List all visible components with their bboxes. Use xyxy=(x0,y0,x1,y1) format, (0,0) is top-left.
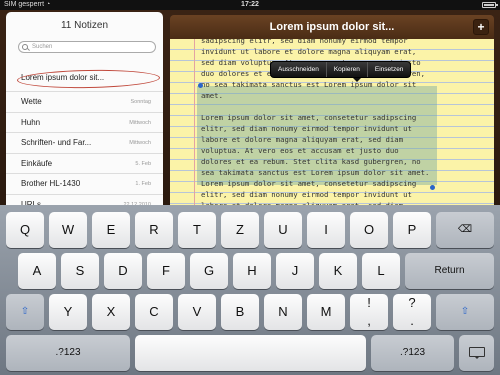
list-item[interactable]: Lorem ipsum dolor sit... xyxy=(6,68,163,92)
search-input[interactable]: Suchen xyxy=(18,41,156,53)
note-date: 22.12.2010 xyxy=(123,201,151,206)
shift-key-right[interactable]: ⇧ xyxy=(436,294,494,330)
edit-menu: Ausschneiden Kopieren Einsetzen xyxy=(270,61,412,82)
key-h[interactable]: H xyxy=(233,253,271,289)
list-item[interactable]: Einkäufe 5. Feb xyxy=(6,154,163,174)
note-title: Wette xyxy=(21,97,42,106)
shift-key-left[interactable]: ⇧ xyxy=(6,294,44,330)
key-k[interactable]: K xyxy=(319,253,357,289)
key-u[interactable]: U xyxy=(264,212,302,248)
note-title: URLs xyxy=(21,199,42,206)
key-c[interactable]: C xyxy=(135,294,173,330)
key-exclaim-label: ! xyxy=(367,295,371,310)
battery-icon xyxy=(482,2,498,8)
key-n[interactable]: N xyxy=(264,294,302,330)
note-heading: Lorem ipsum dolor sit... xyxy=(269,21,395,33)
list-item[interactable]: Huhn Mittwoch xyxy=(6,113,163,133)
cut-button[interactable]: Ausschneiden xyxy=(271,62,326,77)
key-b[interactable]: B xyxy=(221,294,259,330)
key-x[interactable]: X xyxy=(92,294,130,330)
search-placeholder: Suchen xyxy=(32,44,53,50)
copy-button[interactable]: Kopieren xyxy=(325,62,367,77)
note-date: 5. Feb xyxy=(135,160,151,167)
note-date: Mittwoch xyxy=(129,140,151,146)
add-note-button[interactable]: + xyxy=(473,19,489,35)
list-item[interactable]: Wette Sonntag xyxy=(6,92,163,113)
key-comma-label: , xyxy=(367,313,371,328)
key-r[interactable]: R xyxy=(135,212,173,248)
clock: 17:22 xyxy=(241,1,259,8)
key-y[interactable]: Y xyxy=(49,294,87,330)
paste-button[interactable]: Einsetzen xyxy=(366,62,411,77)
note-title: Brother HL-1430 xyxy=(21,179,81,188)
status-bar: SIM gesperrt ◔ 17:22 xyxy=(0,0,500,10)
numbers-key-left[interactable]: .?123 xyxy=(6,335,130,371)
key-f[interactable]: F xyxy=(147,253,185,289)
list-item[interactable]: Brother HL-1430 1. Feb xyxy=(6,174,163,195)
margin-line xyxy=(194,39,195,205)
numbers-key-right[interactable]: .?123 xyxy=(371,335,454,371)
note-title-bar: Lorem ipsum dolor sit... + xyxy=(170,15,494,39)
key-g[interactable]: G xyxy=(190,253,228,289)
hide-keyboard-key[interactable] xyxy=(459,335,494,371)
keyboard-icon xyxy=(468,347,485,360)
note-title: Einkäufe xyxy=(21,158,53,168)
key-m[interactable]: M xyxy=(307,294,345,330)
onscreen-keyboard: Q W E R T Z U I O P ⌫ A S D F G H J K L … xyxy=(0,205,500,375)
key-l[interactable]: L xyxy=(362,253,400,289)
selection-start-handle[interactable] xyxy=(198,83,203,88)
shift-icon: ⇧ xyxy=(460,306,470,317)
note-date: 1. Feb xyxy=(135,181,151,187)
note-title: Huhn xyxy=(21,117,41,127)
key-z[interactable]: Z xyxy=(221,212,259,248)
key-question-period[interactable]: ? . xyxy=(393,294,431,330)
key-period-label: . xyxy=(410,313,414,328)
key-v[interactable]: V xyxy=(178,294,216,330)
backspace-icon: ⌫ xyxy=(457,224,473,235)
note-list-panel: 11 Notizen Suchen Lorem ipsum dolor sit.… xyxy=(6,12,163,205)
key-p[interactable]: P xyxy=(393,212,431,248)
key-t[interactable]: T xyxy=(178,212,216,248)
backspace-key[interactable]: ⌫ xyxy=(436,212,494,248)
space-key[interactable] xyxy=(135,335,366,371)
note-date: Mittwoch xyxy=(129,119,151,126)
search-icon xyxy=(22,44,28,50)
return-key[interactable]: Return xyxy=(405,253,494,289)
list-item[interactable]: URLs 22.12.2010 xyxy=(6,195,163,206)
selection-end-handle[interactable] xyxy=(430,185,435,190)
note-date: Sonntag xyxy=(130,99,152,105)
key-s[interactable]: S xyxy=(61,253,99,289)
key-j[interactable]: J xyxy=(276,253,314,289)
key-exclaim-comma[interactable]: ! , xyxy=(350,294,388,330)
key-e[interactable]: E xyxy=(92,212,130,248)
list-item[interactable]: Schriften- und Far... Mittwoch xyxy=(6,133,163,154)
key-d[interactable]: D xyxy=(104,253,142,289)
note-title: Schriften- und Far... xyxy=(21,138,92,147)
key-i[interactable]: I xyxy=(307,212,345,248)
key-o[interactable]: O xyxy=(350,212,388,248)
key-w[interactable]: W xyxy=(49,212,87,248)
note-count-title: 11 Notizen xyxy=(60,20,109,31)
shift-icon: ⇧ xyxy=(20,306,30,317)
key-question-label: ? xyxy=(408,295,416,310)
key-q[interactable]: Q xyxy=(6,212,44,248)
note-list: Lorem ipsum dolor sit... Wette Sonntag H… xyxy=(6,68,163,205)
key-a[interactable]: A xyxy=(18,253,56,289)
